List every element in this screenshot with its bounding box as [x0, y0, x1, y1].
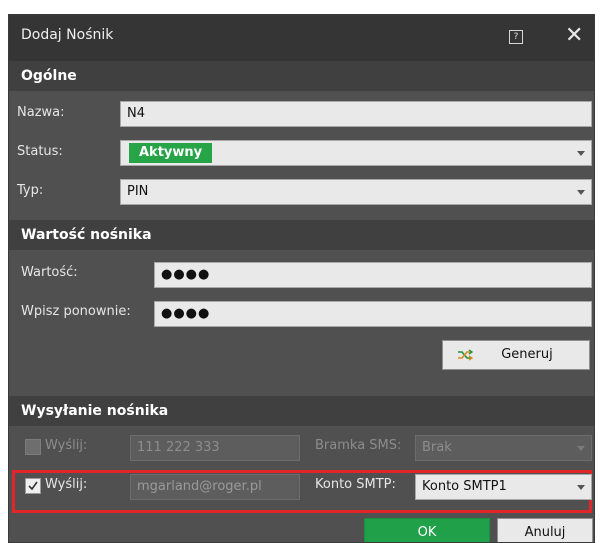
name-input[interactable]: N4 [120, 101, 592, 127]
shuffle-icon [458, 349, 473, 361]
chevron-down-icon [577, 190, 585, 195]
section-value-header: Wartość nośnika [9, 220, 594, 250]
status-label: Status: [17, 144, 63, 159]
ok-button[interactable]: OK [364, 518, 490, 542]
email-send-label: Wyślij: [45, 477, 88, 492]
repeat-label: Wpisz ponownie: [21, 304, 131, 319]
type-label: Typ: [17, 183, 44, 198]
type-select[interactable]: PIN [120, 179, 592, 205]
repeat-masked: ●●●● [161, 306, 211, 321]
sms-number-input: 111 222 333 [130, 435, 300, 461]
name-label: Nazwa: [17, 105, 65, 120]
name-value: N4 [127, 106, 145, 121]
email-send-checkbox[interactable] [25, 478, 41, 494]
sms-send-checkbox[interactable] [25, 439, 41, 455]
section-general-header: Ogólne [9, 61, 594, 91]
email-input: mgarland@roger.pl [130, 474, 300, 500]
sms-gateway-label: Bramka SMS: [315, 438, 402, 453]
sms-gateway-select: Brak [415, 435, 592, 461]
status-select[interactable]: Aktywny [120, 140, 592, 166]
generate-button[interactable]: Generuj [442, 340, 590, 370]
chevron-down-icon [577, 446, 585, 451]
chevron-down-icon [577, 485, 585, 490]
cancel-button[interactable]: Anuluj [497, 518, 593, 542]
title-bar: Dodaj Nośnik ? ✕ [9, 15, 594, 61]
dialog-title: Dodaj Nośnik [21, 27, 114, 43]
value-password-input[interactable]: ●●●● [154, 262, 592, 288]
add-carrier-dialog: Dodaj Nośnik ? ✕ Ogólne Nazwa: N4 Status… [8, 14, 595, 543]
sms-number-value: 111 222 333 [137, 440, 220, 455]
help-icon[interactable]: ? [509, 30, 523, 44]
smtp-account-select[interactable]: Konto SMTP1 [415, 474, 592, 500]
close-icon[interactable]: ✕ [565, 24, 583, 48]
status-badge: Aktywny [129, 143, 213, 163]
smtp-label: Konto SMTP: [315, 477, 396, 492]
value-masked: ●●●● [161, 267, 211, 282]
section-sending-header: Wysyłanie nośnika [9, 396, 594, 426]
sms-gateway-value: Brak [422, 440, 452, 455]
chevron-down-icon [577, 151, 585, 156]
repeat-password-input[interactable]: ●●●● [154, 301, 592, 327]
email-value: mgarland@roger.pl [137, 479, 262, 494]
type-value: PIN [127, 184, 149, 199]
sms-send-label: Wyślij: [45, 438, 88, 453]
value-label: Wartość: [21, 265, 78, 280]
checkmark-icon [28, 481, 38, 491]
smtp-account-value: Konto SMTP1 [422, 479, 507, 494]
generate-label: Generuj [501, 347, 553, 362]
